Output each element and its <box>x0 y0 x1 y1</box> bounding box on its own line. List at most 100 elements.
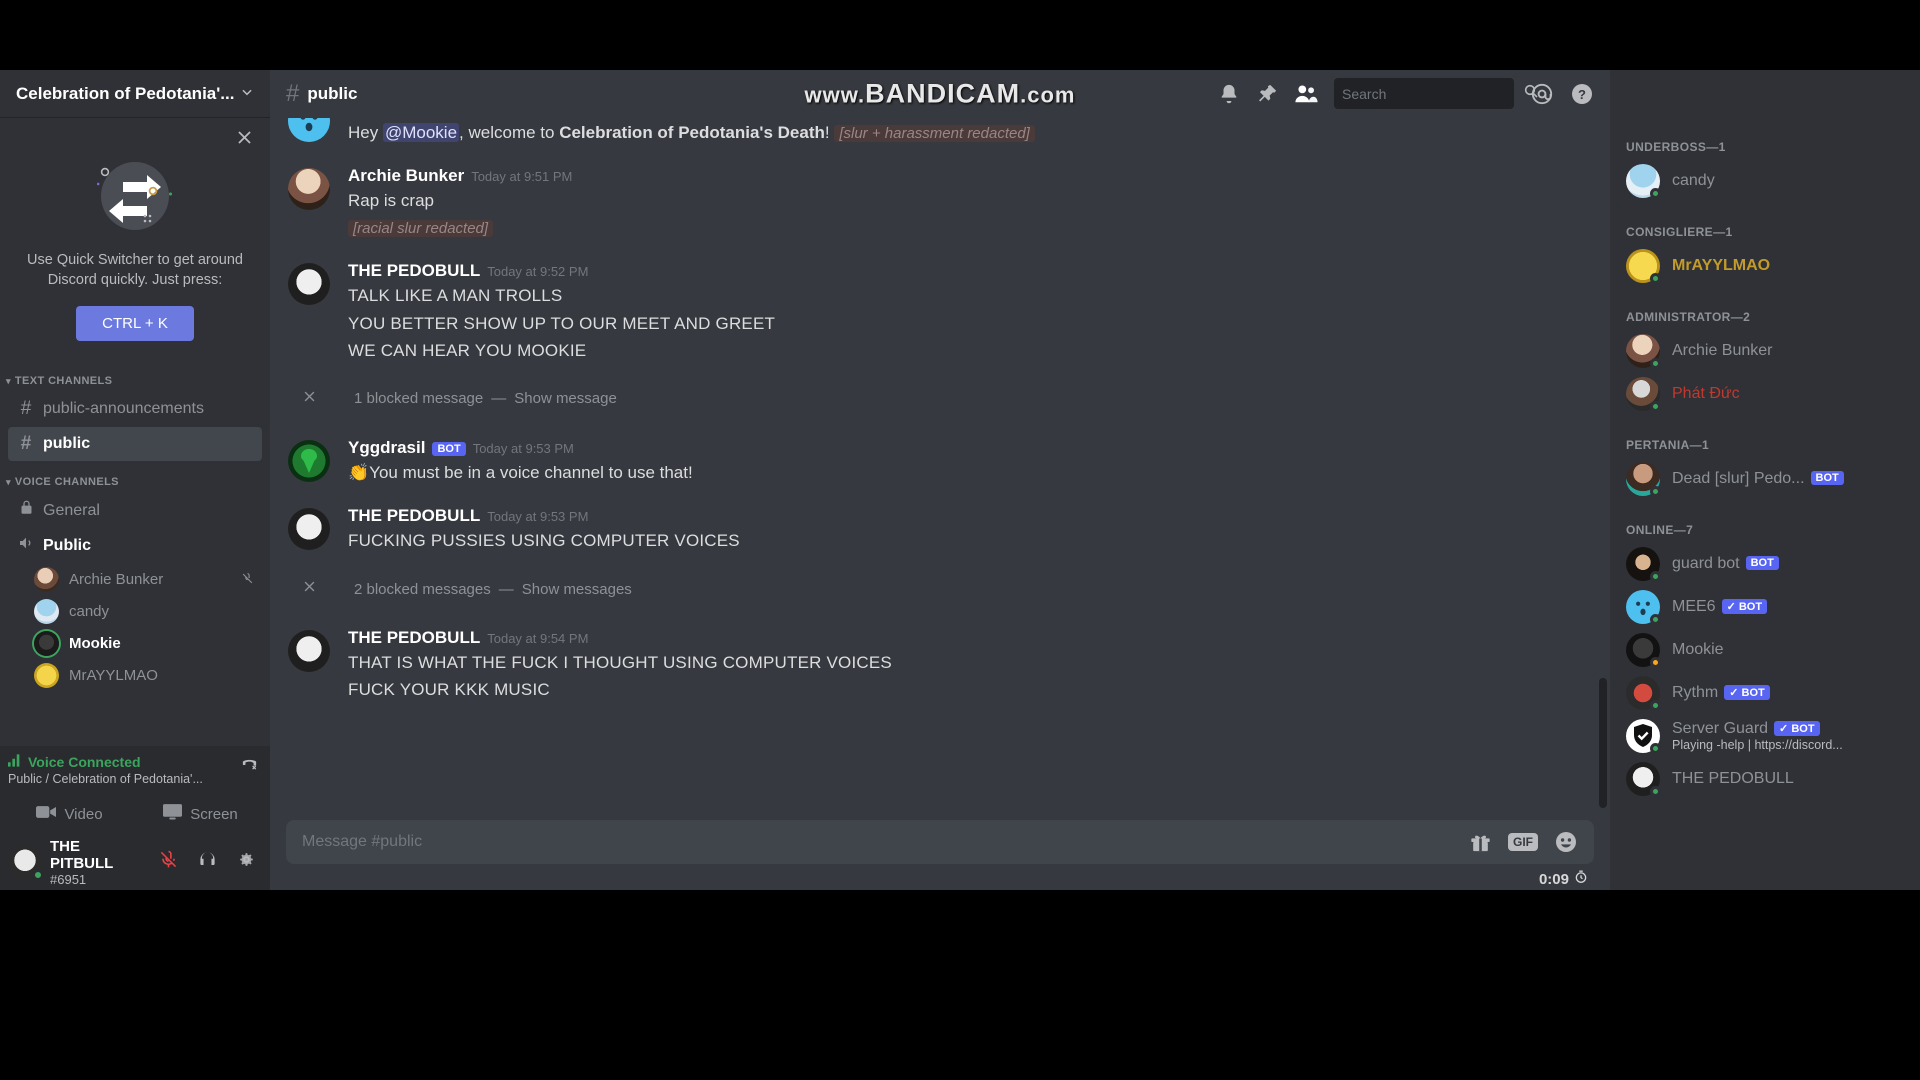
sidebar-channel-public-voice[interactable]: Public <box>8 529 262 563</box>
message-author[interactable]: Yggdrasil <box>348 438 425 458</box>
message-author[interactable]: THE PEDOBULL <box>348 506 480 526</box>
member-name: Mookie <box>1672 641 1724 658</box>
sidebar-channel-public-announcements[interactable]: # public-announcements <box>8 392 262 426</box>
help-icon[interactable]: ? <box>1570 82 1594 106</box>
member-row[interactable]: Archie Bunker <box>1618 330 1912 372</box>
search-input[interactable] <box>1342 85 1523 102</box>
message-timestamp: Today at 9:53 PM <box>487 508 589 524</box>
current-user-tag: #6951 <box>50 871 87 887</box>
record-icon <box>1574 870 1588 888</box>
pin-icon[interactable] <box>1256 83 1278 105</box>
avatar <box>1626 719 1661 754</box>
message-author[interactable]: Archie Bunker <box>348 166 464 186</box>
status-badge <box>1650 657 1661 668</box>
message-scrollbar[interactable] <box>1599 678 1607 808</box>
category-text-channels[interactable]: ▾ TEXT CHANNELS <box>0 361 270 391</box>
lock-icon <box>16 499 36 522</box>
avatar[interactable] <box>288 439 330 482</box>
voice-member-name: Mookie <box>69 635 121 652</box>
voice-member-name: Archie Bunker <box>69 571 164 588</box>
sidebar-channel-general[interactable]: General <box>8 493 262 528</box>
gear-icon[interactable] <box>231 850 262 875</box>
member-name: Rythm ✓ BOT <box>1672 684 1904 702</box>
video-button[interactable]: Video <box>8 798 131 830</box>
channel-label: General <box>43 501 100 519</box>
member-row[interactable]: Mookie <box>1618 629 1912 671</box>
voice-member-name: candy <box>69 603 110 620</box>
gift-icon[interactable] <box>1469 831 1492 853</box>
message-input[interactable]: Message #public <box>302 833 1469 851</box>
member-list[interactable]: UNDERBOSS—1 candy CONSIGLIERE—1 MrAYYLMA… <box>1610 70 1920 890</box>
headset-icon[interactable] <box>192 850 223 875</box>
voice-route: Public / Celebration of Pedotania'... <box>8 772 203 786</box>
message: Archie Bunker Today at 9:51 PM Rap is cr… <box>270 164 1610 242</box>
member-group-header: PERTANIA—1 <box>1626 438 1710 452</box>
member-row[interactable]: candy <box>1618 160 1912 202</box>
status-badge <box>1650 188 1661 199</box>
voice-member[interactable]: MrAYYLMAO <box>26 660 262 691</box>
show-message-link[interactable]: Show message <box>514 390 617 407</box>
category-label: TEXT CHANNELS <box>14 375 113 387</box>
member-name: Dead [slur] Pedo... BOT <box>1672 470 1904 488</box>
message-input-box[interactable]: Message #public GIF <box>286 820 1594 864</box>
member-row[interactable]: Server Guard ✓ BOT Playing -help | https:… <box>1618 715 1912 757</box>
avatar[interactable] <box>288 263 330 306</box>
avatar <box>34 567 59 592</box>
avatar[interactable] <box>288 630 330 672</box>
quick-switcher-button[interactable]: CTRL + K <box>76 306 194 341</box>
message: THE PEDOBULL Today at 9:53 PM FUCKING PU… <box>270 504 1610 555</box>
member-group-header: CONSIGLIERE—1 <box>1626 225 1733 239</box>
user-mention[interactable]: @Mookie <box>382 123 460 142</box>
avatar <box>1626 633 1661 668</box>
member-row[interactable]: guard bot BOT <box>1618 543 1912 585</box>
members-icon[interactable] <box>1294 83 1318 105</box>
redacted-content: [racial slur redacted] <box>348 220 494 238</box>
screen-share-button[interactable]: Screen <box>139 798 262 830</box>
avatar[interactable] <box>288 507 330 550</box>
close-icon[interactable] <box>288 579 330 599</box>
member-name: Server Guard ✓ BOT <box>1672 720 1904 738</box>
disconnect-icon[interactable] <box>241 756 258 776</box>
message-list[interactable]: MEE6 ✓ BOT Today at 9:51 PM Hey @Mookie,… <box>270 118 1610 820</box>
message-text: YOU BETTER SHOW UP TO OUR MEET AND GREET <box>348 313 776 333</box>
server-header[interactable]: Celebration of Pedotania'... <box>0 70 270 118</box>
avatar <box>1626 164 1661 199</box>
member-row[interactable]: Rythm ✓ BOT <box>1618 672 1912 714</box>
sidebar-channel-public[interactable]: # public <box>8 427 262 461</box>
blocked-message-notice: 1 blocked message — Show message <box>270 379 1610 419</box>
message-author[interactable]: THE PEDOBULL <box>348 628 480 648</box>
member-group-header: ADMINISTRATOR—2 <box>1626 310 1751 324</box>
voice-member[interactable]: Mookie <box>26 628 262 659</box>
avatar[interactable] <box>288 168 330 211</box>
member-activity: Playing -help | https://discord... <box>1672 738 1843 752</box>
message-author[interactable]: THE PEDOBULL <box>348 261 480 281</box>
channel-label: public-announcements <box>43 400 204 417</box>
avatar[interactable] <box>8 845 44 881</box>
member-row[interactable]: MrAYYLMAO <box>1618 245 1912 287</box>
chevron-down-icon[interactable] <box>240 85 254 102</box>
avatar <box>1626 676 1661 711</box>
mic-muted-icon[interactable] <box>153 850 184 875</box>
message-text: FUCK YOUR KKK MUSIC <box>348 680 550 700</box>
member-row[interactable]: MEE6 ✓ BOT <box>1618 586 1912 628</box>
voice-member[interactable]: Archie Bunker <box>26 564 262 595</box>
voice-member[interactable]: candy <box>26 596 262 627</box>
close-icon[interactable] <box>235 128 254 151</box>
member-row[interactable]: THE PEDOBULL <box>1618 758 1912 800</box>
avatar[interactable] <box>288 118 330 142</box>
message-text: [racial slur redacted] <box>348 216 1594 240</box>
status-badge <box>1650 786 1661 797</box>
member-row[interactable]: Dead [slur] Pedo... BOT <box>1618 458 1912 500</box>
status-badge <box>1650 743 1661 754</box>
gif-button[interactable]: GIF <box>1508 833 1538 851</box>
bot-badge: BOT <box>1810 471 1844 485</box>
emoji-icon[interactable] <box>1554 830 1578 854</box>
close-icon[interactable] <box>288 389 330 409</box>
channel-title: public <box>307 84 358 103</box>
member-row[interactable]: Phát Đức <box>1618 373 1912 415</box>
category-voice-channels[interactable]: ▾ VOICE CHANNELS <box>0 462 270 492</box>
bell-icon[interactable] <box>1218 83 1240 105</box>
member-name: THE PEDOBULL <box>1672 770 1794 787</box>
show-messages-link[interactable]: Show messages <box>522 581 632 598</box>
search-box[interactable] <box>1334 78 1538 109</box>
